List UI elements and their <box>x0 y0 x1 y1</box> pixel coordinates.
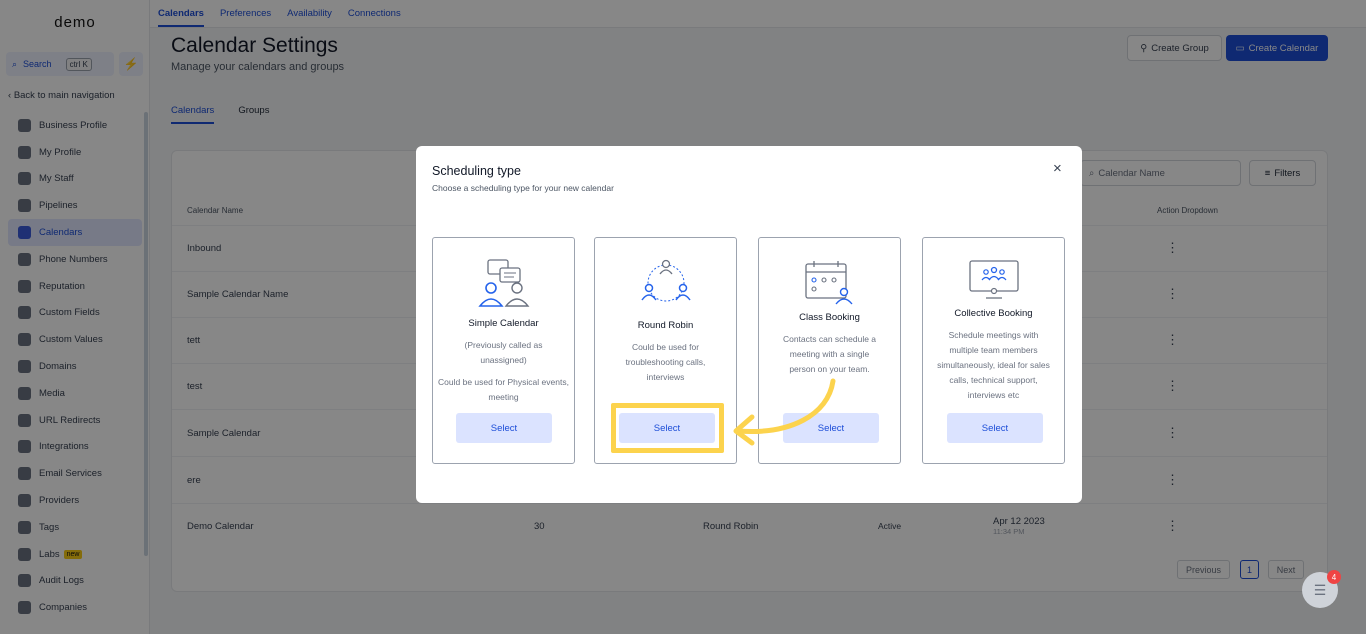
close-icon[interactable]: × <box>1053 160 1062 177</box>
simple-calendar-illustration-icon <box>433 258 574 310</box>
pointer-arrow-icon <box>733 378 836 446</box>
card-title: Collective Booking <box>954 308 1033 319</box>
card-description: Could be used for troubleshooting calls,… <box>625 342 706 382</box>
card-simple-calendar[interactable]: Simple Calendar (Previously called as un… <box>432 237 575 464</box>
card-title: Simple Calendar <box>468 318 539 329</box>
card-collective-booking[interactable]: Collective Booking Schedule meetings wit… <box>922 237 1065 464</box>
modal-title: Scheduling type <box>432 164 521 178</box>
card-description-secondary: Could be used for Physical events, meeti… <box>438 377 569 402</box>
modal-subtitle: Choose a scheduling type for your new ca… <box>432 183 614 193</box>
card-description: (Previously called as unassigned) <box>464 340 543 365</box>
card-title: Class Booking <box>799 312 860 323</box>
collective-booking-illustration-icon <box>923 258 1064 302</box>
select-collective-booking-button[interactable]: Select <box>947 413 1043 443</box>
class-booking-illustration-icon <box>759 260 900 306</box>
card-description: Contacts can schedule a meeting with a s… <box>782 334 877 374</box>
round-robin-illustration-icon <box>595 258 736 308</box>
chat-notification-badge: 4 <box>1327 570 1341 584</box>
select-round-robin-button[interactable]: Select <box>619 413 715 443</box>
card-title: Round Robin <box>637 320 694 331</box>
card-description: Schedule meetings with multiple team mem… <box>937 330 1050 400</box>
select-simple-calendar-button[interactable]: Select <box>456 413 552 443</box>
